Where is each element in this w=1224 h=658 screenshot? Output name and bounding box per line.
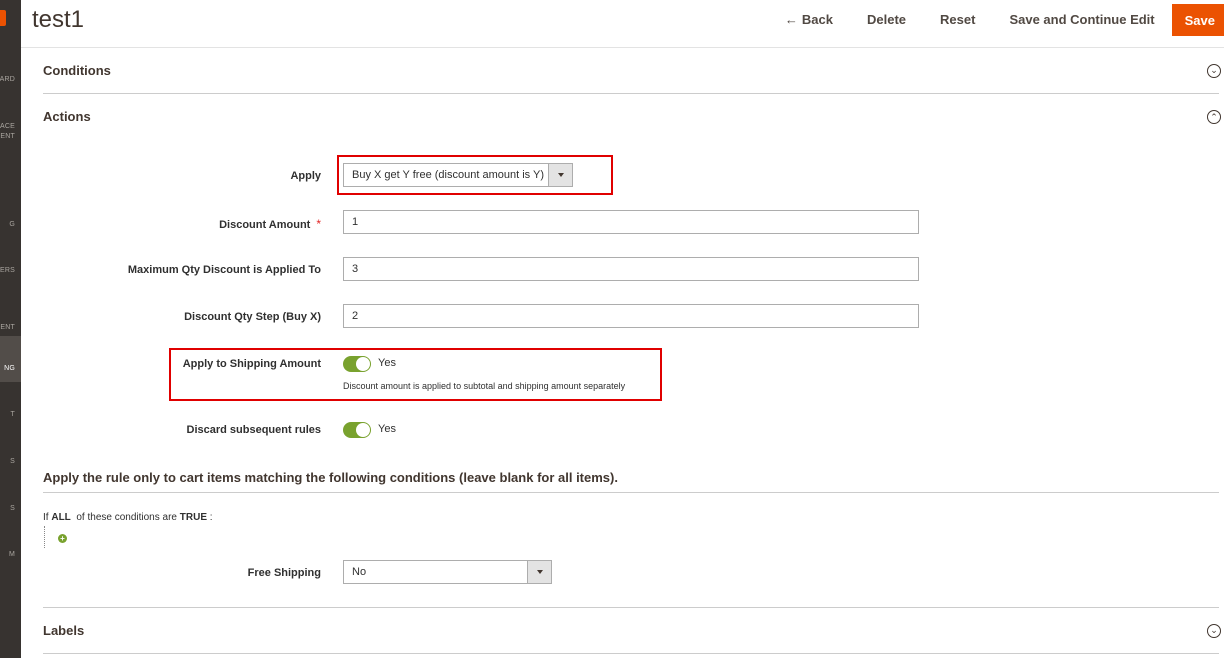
sidebar-item-marketing[interactable]: NG bbox=[0, 336, 21, 382]
max-qty-input[interactable]: 3 bbox=[343, 257, 919, 281]
labels-section[interactable]: Labels ⌄ bbox=[43, 607, 1221, 654]
chevron-down-icon[interactable]: ⌄ bbox=[1207, 624, 1221, 638]
qty-step-field: 2 bbox=[343, 304, 919, 328]
qty-step-label: Discount Qty Step (Buy X) bbox=[184, 311, 321, 323]
save-and-continue-button[interactable]: Save and Continue Edit bbox=[992, 4, 1171, 36]
conditions-heading: Apply the rule only to cart items matchi… bbox=[43, 470, 618, 485]
actions-section-title: Actions bbox=[43, 109, 91, 124]
admin-sidebar: ARD ACE ENT G ERS ENT NG T S S M bbox=[0, 0, 21, 658]
highlight-box-shipping bbox=[169, 348, 662, 401]
required-marker: * bbox=[316, 217, 321, 231]
add-condition-icon[interactable]: + bbox=[58, 534, 67, 543]
discount-amount-input[interactable]: 1 bbox=[343, 210, 919, 234]
toggle-knob bbox=[356, 423, 370, 437]
sidebar-item-system[interactable]: S bbox=[10, 504, 15, 514]
sidebar-item-management[interactable]: ENT bbox=[0, 132, 15, 142]
aggregator-toggle[interactable]: ALL bbox=[51, 512, 70, 523]
free-shipping-select[interactable]: No bbox=[343, 560, 552, 584]
sidebar-item-partners[interactable]: M bbox=[9, 550, 15, 560]
sidebar-item-dashboard[interactable]: ARD bbox=[0, 75, 15, 85]
sidebar-item-reports[interactable]: T bbox=[11, 410, 15, 420]
sidebar-item-catalog[interactable]: G bbox=[9, 220, 15, 230]
sidebar-item-content[interactable]: ENT bbox=[0, 323, 15, 333]
labels-section-title: Labels bbox=[43, 623, 85, 638]
sidebar-item-stores[interactable]: S bbox=[10, 457, 15, 467]
page-title: test1 bbox=[32, 6, 85, 33]
value-toggle[interactable]: TRUE bbox=[180, 512, 207, 523]
discard-rules-label: Discard subsequent rules bbox=[186, 424, 322, 436]
discard-rules-state: Yes bbox=[378, 423, 396, 435]
reset-button[interactable]: Reset bbox=[923, 4, 992, 36]
conditions-rule-text: If ALL of these conditions are TRUE : bbox=[43, 512, 213, 523]
page-header: test1 ← Back Delete Reset Save and Contin… bbox=[21, 0, 1224, 48]
save-button[interactable]: Save bbox=[1171, 4, 1224, 36]
actions-section-header[interactable]: Actions ⌃ bbox=[43, 94, 1221, 140]
apply-label: Apply bbox=[290, 170, 321, 182]
free-shipping-select-toggle[interactable] bbox=[527, 561, 551, 583]
free-shipping-select-value: No bbox=[352, 566, 367, 578]
page-actions: ← Back Delete Reset Save and Continue Edi… bbox=[768, 4, 1224, 36]
discard-rules-toggle[interactable] bbox=[343, 422, 371, 438]
free-shipping-field: No bbox=[343, 560, 552, 584]
caret-down-icon bbox=[537, 570, 543, 574]
conditions-section[interactable]: Conditions ⌄ bbox=[43, 48, 1221, 94]
sidebar-item-customers[interactable]: ERS bbox=[0, 266, 15, 276]
highlight-box-apply bbox=[337, 155, 613, 195]
chevron-down-icon[interactable]: ⌄ bbox=[1207, 64, 1221, 78]
discount-amount-label: Discount Amount * bbox=[219, 217, 321, 231]
max-qty-label: Maximum Qty Discount is Applied To bbox=[127, 264, 321, 276]
back-button[interactable]: ← Back bbox=[768, 4, 850, 36]
max-qty-field: 3 bbox=[343, 257, 919, 281]
arrow-left-icon: ← bbox=[784, 12, 798, 27]
sidebar-item-marketplace[interactable]: ACE bbox=[0, 122, 15, 132]
chevron-up-icon[interactable]: ⌃ bbox=[1207, 110, 1221, 124]
conditions-tree-line bbox=[44, 526, 45, 548]
free-shipping-label: Free Shipping bbox=[247, 567, 321, 579]
qty-step-input[interactable]: 2 bbox=[343, 304, 919, 328]
delete-button[interactable]: Delete bbox=[850, 4, 923, 36]
magento-logo[interactable] bbox=[0, 10, 6, 26]
conditions-section-title: Conditions bbox=[43, 63, 111, 78]
rule-edit-form: Conditions ⌄ Actions ⌃ Apply Buy X get Y… bbox=[43, 48, 1221, 654]
discount-amount-field: 1 bbox=[343, 210, 919, 234]
divider bbox=[43, 492, 1219, 493]
